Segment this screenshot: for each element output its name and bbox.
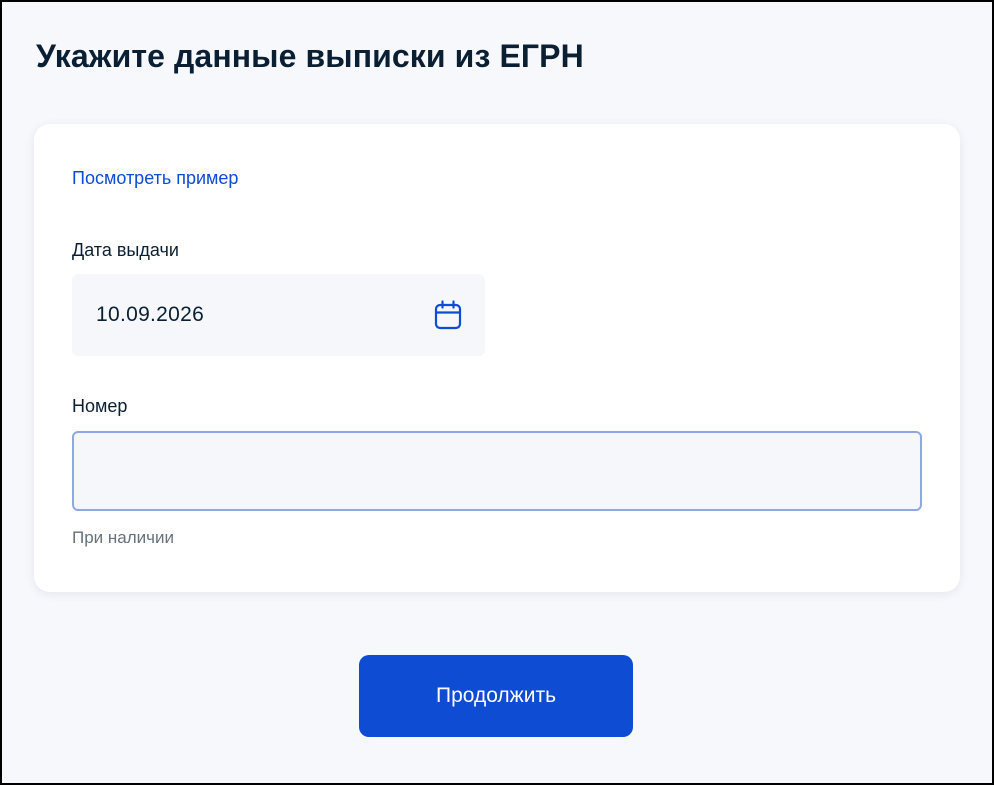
page-title: Укажите данные выписки из ЕГРН — [36, 38, 584, 74]
number-input[interactable] — [72, 431, 922, 511]
calendar-icon[interactable] — [433, 299, 463, 331]
issue-date-label: Дата выдачи — [72, 240, 179, 260]
form-card: Посмотреть пример Дата выдачи 10.09.2026… — [34, 124, 960, 592]
number-label: Номер — [72, 396, 128, 416]
view-example-link[interactable]: Посмотреть пример — [72, 168, 238, 189]
issue-date-value: 10.09.2026 — [96, 303, 205, 326]
page-frame: Укажите данные выписки из ЕГРН Посмотрет… — [0, 0, 994, 785]
number-hint: При наличии — [72, 528, 174, 547]
issue-date-field[interactable]: 10.09.2026 — [72, 274, 485, 356]
continue-button[interactable]: Продолжить — [359, 655, 633, 737]
